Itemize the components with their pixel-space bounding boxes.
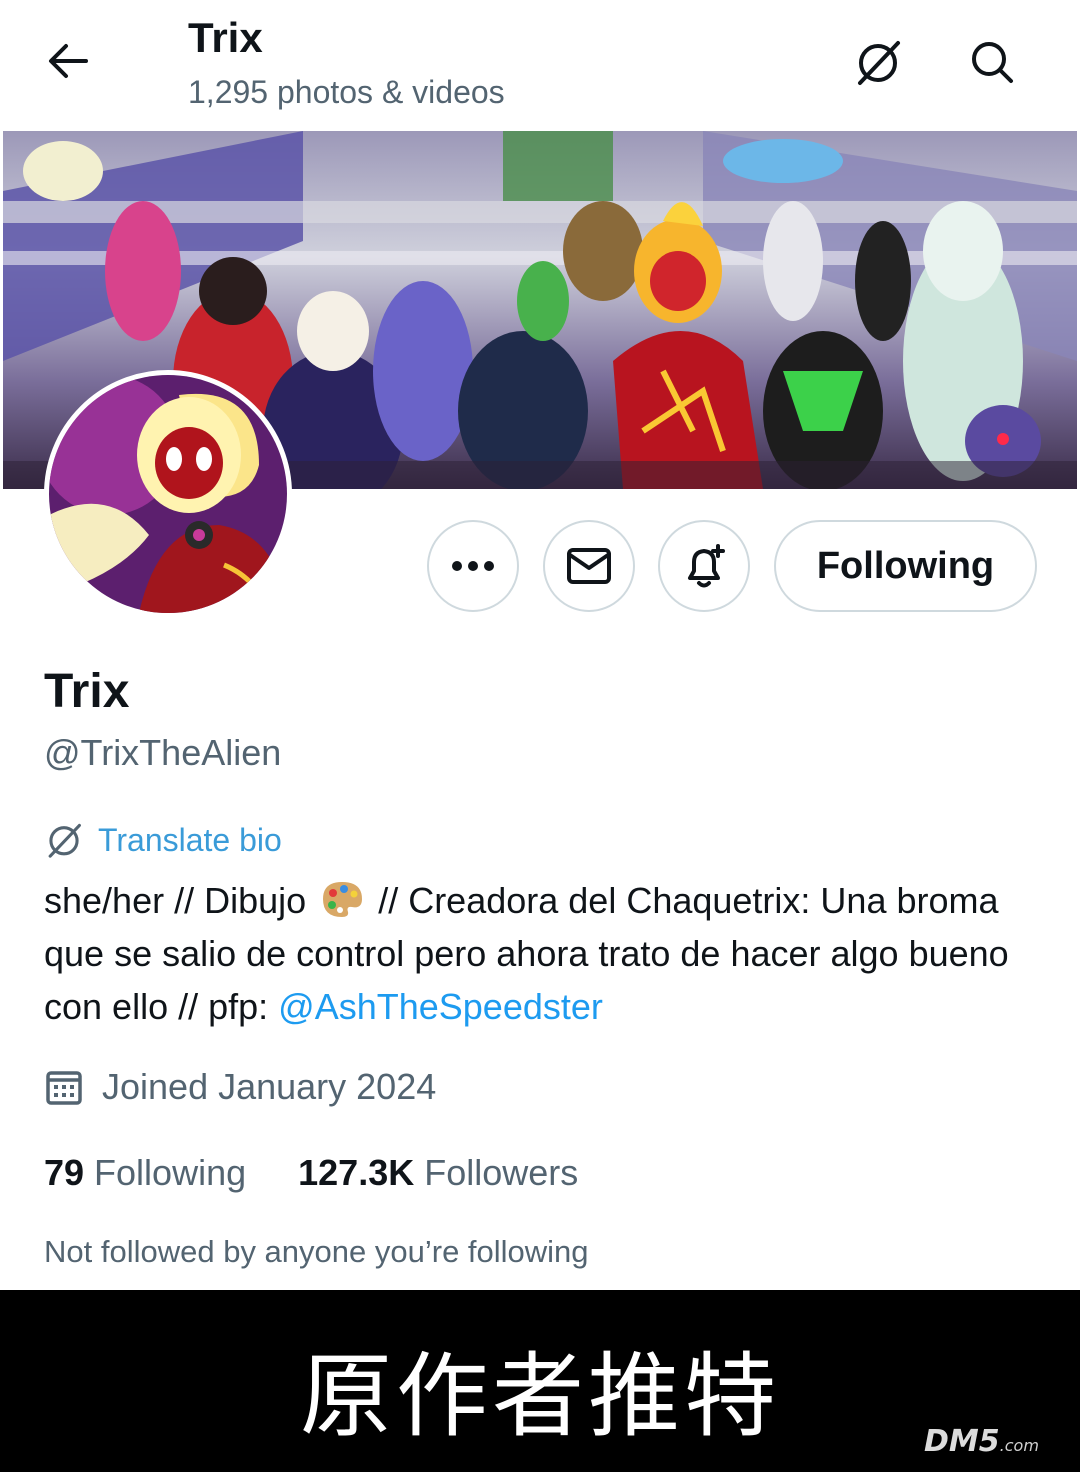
avatar-artwork: [49, 375, 287, 613]
profile-name: Trix: [44, 665, 130, 718]
no-translate-icon: [48, 823, 81, 858]
caption-text: 原作者推特: [299, 1343, 780, 1450]
artist-palette-emoji-icon: [323, 882, 363, 917]
bio-text-start: she/her // Dibujo: [44, 880, 307, 921]
following-label: Following: [94, 1152, 247, 1193]
following-button[interactable]: Following: [774, 520, 1037, 612]
top-bar: [0, 0, 1080, 130]
more-options-button[interactable]: [427, 520, 519, 612]
profile-bio: she/her // Dibujo // Creadora del Chaque…: [44, 874, 1044, 1033]
followers-label: Followers: [424, 1152, 579, 1193]
site-watermark: DM5.com: [924, 1424, 1039, 1459]
bell-plus-icon: [688, 544, 725, 588]
no-translate-icon: [858, 41, 900, 85]
search-icon: [972, 42, 1013, 83]
mutual-followers-note: Not followed by anyone you’re following: [44, 1234, 589, 1269]
media-count: 1,295 photos & videos: [188, 74, 505, 110]
watermark-suffix: .com: [999, 1436, 1039, 1455]
notifications-button[interactable]: [658, 520, 750, 612]
translate-toggle-button[interactable]: [848, 32, 908, 92]
arrow-left-icon: [49, 44, 88, 78]
envelope-icon: [567, 548, 611, 584]
profile-handle: @TrixTheAlien: [44, 732, 282, 773]
calendar-icon: [46, 1071, 82, 1105]
following-count: 79: [44, 1152, 85, 1193]
back-button[interactable]: [40, 38, 96, 84]
translate-bio-label: Translate bio: [98, 821, 282, 858]
translate-bio-link[interactable]: Translate bio: [44, 820, 282, 860]
followers-stat-link[interactable]: 127.3K Followers: [298, 1152, 578, 1194]
watermark-main: DM5: [924, 1424, 1000, 1459]
joined-date-row: Joined January 2024: [44, 1066, 436, 1108]
follow-stats: 79 Following 127.3K Followers: [44, 1152, 578, 1194]
more-dots-icon: [452, 561, 494, 571]
joined-date: Joined January 2024: [102, 1066, 437, 1107]
following-stat-link[interactable]: 79 Following: [44, 1152, 246, 1194]
bio-mention-link[interactable]: @AshTheSpeedster: [278, 986, 603, 1027]
followers-count: 127.3K: [298, 1152, 415, 1193]
page-title: Trix: [188, 14, 263, 61]
profile-avatar[interactable]: [44, 370, 292, 618]
search-button[interactable]: [962, 32, 1022, 92]
message-button[interactable]: [543, 520, 635, 612]
